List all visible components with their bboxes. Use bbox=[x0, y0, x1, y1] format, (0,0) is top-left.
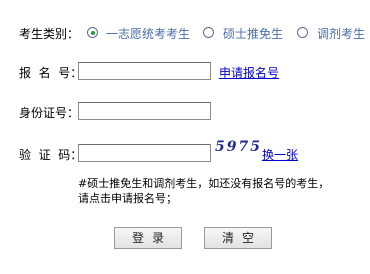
login-button[interactable]: 登录 bbox=[114, 227, 182, 249]
radio-first-choice-label[interactable]: 一志愿统考考生 bbox=[106, 25, 190, 42]
id-number-label: 身份证号： bbox=[19, 106, 80, 120]
radio-adjusted-label[interactable]: 调剂考生 bbox=[317, 25, 365, 42]
radio-first-choice[interactable] bbox=[87, 27, 98, 38]
category-label: 考生类别： bbox=[19, 27, 80, 41]
radio-recommended[interactable] bbox=[203, 27, 214, 38]
apply-reg-no-link[interactable]: 申请报名号 bbox=[219, 64, 279, 81]
radio-adjusted[interactable] bbox=[297, 27, 308, 38]
captcha-label: 验 证 码： bbox=[19, 148, 83, 162]
refresh-captcha-link[interactable]: 换一张 bbox=[262, 146, 298, 163]
captcha-image: 5975 bbox=[215, 139, 262, 155]
captcha-input[interactable] bbox=[78, 144, 211, 162]
reg-no-input[interactable] bbox=[78, 62, 211, 80]
id-number-input[interactable] bbox=[78, 102, 211, 120]
clear-button[interactable]: 清空 bbox=[204, 227, 272, 249]
note-line-1: #硕士推免生和调剂考生，如还没有报名号的考生， bbox=[78, 177, 330, 190]
note-line-2: 请点击申请报名号； bbox=[78, 192, 177, 205]
radio-recommended-label[interactable]: 硕士推免生 bbox=[223, 25, 283, 42]
reg-no-label: 报 名 号： bbox=[19, 66, 83, 80]
note: #硕士推免生和调剂考生，如还没有报名号的考生， 请点击申请报名号； bbox=[78, 176, 368, 206]
